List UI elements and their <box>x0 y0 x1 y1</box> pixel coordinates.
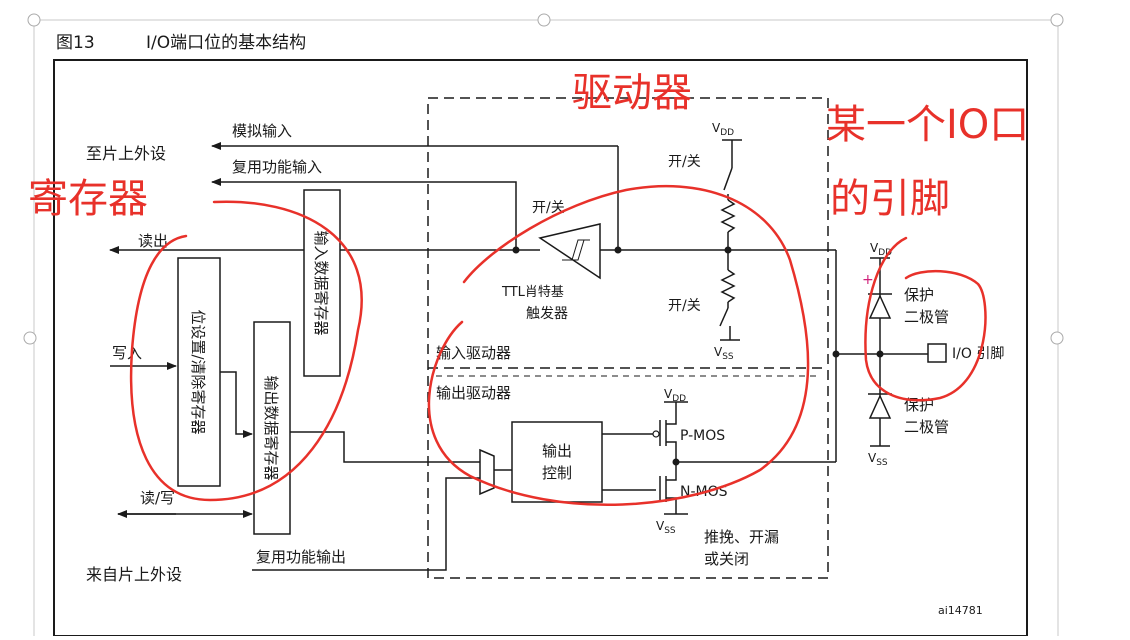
read-write-label: 读/写 <box>140 489 175 507</box>
resize-handle-top-left[interactable] <box>27 13 41 27</box>
vss-pull-label: VSS <box>714 345 734 362</box>
output-mode-label-2: 或关闭 <box>704 550 749 568</box>
junction-pin-bus <box>832 350 840 358</box>
protection-diode-upper <box>868 293 892 319</box>
af-output-label: 复用功能输出 <box>256 548 346 566</box>
from-peripheral-label: 来自片上外设 <box>86 565 182 584</box>
resize-handle-left[interactable] <box>23 331 37 345</box>
junction-input-b <box>614 246 622 254</box>
upper-diode-label-1: 保护 <box>904 286 934 304</box>
output-mux <box>479 448 495 496</box>
protection-diode-lower <box>868 393 892 419</box>
vdd-diode-label: VDD <box>870 241 892 258</box>
af-input-label: 复用功能输入 <box>232 158 322 176</box>
output-control-label-2: 控制 <box>542 464 572 482</box>
driver-region <box>427 97 829 579</box>
resize-handle-top-right[interactable] <box>1050 13 1064 27</box>
resize-handle-right[interactable] <box>1050 331 1064 345</box>
junction-output <box>672 458 680 466</box>
resize-handle-top[interactable] <box>537 13 551 27</box>
vdd-pull-label: VDD <box>712 121 734 138</box>
annotation-io-pin-1: 某一个IO口 <box>826 102 1029 148</box>
figure-ref-code: ai14781 <box>938 604 983 617</box>
pmos-label: P-MOS <box>680 428 725 444</box>
ttl-label-2: 触发器 <box>526 306 568 322</box>
analog-input-label: 模拟输入 <box>232 122 292 140</box>
output-control-label-1: 输出 <box>542 442 572 460</box>
annotation-io-pin-2: 的引脚 <box>830 176 950 222</box>
vss-diode-label: VSS <box>868 451 888 468</box>
to-peripheral-label: 至片上外设 <box>86 144 166 163</box>
ttl-label-1: TTL肖特基 <box>501 285 564 300</box>
io-pin-pad <box>927 343 947 363</box>
ttl-schmitt-trigger <box>538 223 601 280</box>
output-mode-label-1: 推挽、开漏 <box>704 528 779 546</box>
pull-down-switch-label: 开/关 <box>668 298 701 314</box>
figure-number: 图13 <box>56 33 95 53</box>
write-in-label: 写入 <box>112 344 142 362</box>
annotation-registers: 寄存器 <box>28 176 148 222</box>
output-data-register-label: 输出数据寄存器 <box>262 375 280 480</box>
junction-pin-diodes <box>876 350 884 358</box>
vss-output-label: VSS <box>656 519 676 536</box>
output-control-block <box>511 421 603 503</box>
io-structure-diagram: 图13 I/O端口位的基本结构 输入驱动器 输出驱动器 位设置/清除寄存器 输出… <box>23 13 1064 640</box>
input-driver-label: 输入驱动器 <box>436 344 511 362</box>
junction-input-a <box>512 246 520 254</box>
pull-up-down-network <box>719 139 742 341</box>
slide-canvas: 图13 I/O端口位的基本结构 输入驱动器 输出驱动器 位设置/清除寄存器 输出… <box>0 0 1130 640</box>
bit-set-reset-register-label: 位设置/清除寄存器 <box>189 309 207 434</box>
output-driver-label: 输出驱动器 <box>436 384 511 402</box>
annotation-driver: 驱动器 <box>572 70 692 116</box>
input-data-register-label: 输入数据寄存器 <box>312 230 330 335</box>
pull-up-switch-label: 开/关 <box>668 154 701 170</box>
figure-title: I/O端口位的基本结构 <box>146 33 306 53</box>
upper-diode-label-2: 二极管 <box>904 308 949 326</box>
pmos-gate-bubble <box>652 430 660 438</box>
lower-diode-label-2: 二极管 <box>904 418 949 436</box>
